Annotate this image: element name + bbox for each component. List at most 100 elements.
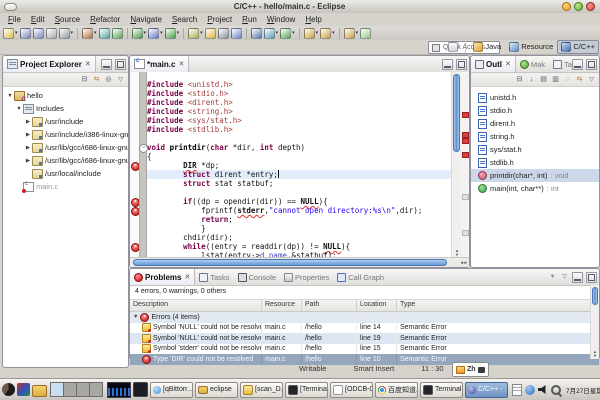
taskbar-window-chrome[interactable]: 百度知道... [375,382,418,398]
tree-item-includes[interactable]: ▼Includes [3,102,128,115]
taskbar-window-terminal[interactable]: [Terminal] [285,382,328,398]
menu-edit[interactable]: Edit [26,15,50,24]
dropdown-arrow-icon[interactable]: ▾ [332,30,335,36]
workspace-2[interactable] [63,382,77,397]
close-icon[interactable]: ✕ [184,273,190,281]
minimize-button[interactable] [562,2,571,11]
tree-item--usr-lib-gcc-i686-linux-gnu-4-7-[interactable]: ▶/usr/lib/gcc/i686-linux-gnu/4.7/ [3,154,128,167]
back-icon[interactable]: ▾ [319,28,336,39]
outline-list[interactable]: unistd.hstdio.hdirent.hstring.hsys/stat.… [471,87,599,195]
dropdown-arrow-icon[interactable]: ▾ [15,30,18,36]
tab-problems[interactable]: Problems✕ [130,269,195,285]
new-icon[interactable]: ▾ [2,28,19,39]
menu-project[interactable]: Project [202,15,237,24]
forward-icon[interactable]: ▾ [343,28,360,39]
close-button[interactable] [586,2,595,11]
minimize-view-icon[interactable] [442,59,453,70]
collapse-all-icon[interactable] [515,75,524,84]
next-annotation-icon[interactable]: ▾ [263,28,280,39]
view-menu-icon[interactable] [116,75,125,84]
tree-item--usr-lib-gcc-i686-linux-gnu-4-7-[interactable]: ▶/usr/lib/gcc/i686-linux-gnu/4.7/ [3,141,128,154]
outline-item[interactable]: string.h [471,130,599,143]
perspective-cc[interactable]: C/C++ [557,40,599,54]
hide-non-public-icon[interactable] [563,75,572,84]
dropdown-arrow-icon[interactable]: ▾ [177,30,180,36]
tab-call-graph[interactable]: Call Graph [333,269,388,285]
overview-ruler[interactable] [461,72,469,258]
project-tree[interactable]: ▼hello▼Includes▶/usr/include▶/usr/includ… [3,87,128,193]
menu-file[interactable]: File [3,15,26,24]
menu-run[interactable]: Run [237,15,262,24]
sort-icon[interactable] [527,75,536,84]
dropdown-arrow-icon[interactable]: ▾ [316,30,319,36]
error-mark[interactable] [462,152,469,158]
tree-item--usr-local-include[interactable]: /usr/local/include [3,167,128,180]
view-menu-icon[interactable] [560,272,569,281]
open-element-icon[interactable] [230,28,243,39]
save-all-icon[interactable] [32,28,45,39]
previous-annotation-icon[interactable]: ▾ [279,28,296,39]
tree-item-main-c[interactable]: main.c [3,180,128,193]
open-console-icon[interactable] [217,28,230,39]
problem-row[interactable]: Symbol 'NULL' could not be resolvedmain.… [130,323,599,334]
taskbar-window-qbittorrent[interactable]: [qBittorr... [150,382,193,398]
column-header-location[interactable]: Location [357,300,397,311]
dropdown-arrow-icon[interactable]: ▾ [276,30,279,36]
menu-window[interactable]: Window [262,15,300,24]
dropdown-arrow-icon[interactable]: ▾ [144,30,147,36]
outline-item[interactable]: dirent.h [471,117,599,130]
new-terminal-icon[interactable] [98,28,111,39]
tab-main-c[interactable]: *main.c ✕ [130,56,189,72]
close-icon[interactable]: ✕ [505,60,511,68]
menu-refactor[interactable]: Refactor [85,15,125,24]
build-all-icon[interactable]: ▾ [58,28,75,39]
print-icon[interactable] [45,28,58,39]
maximize-view-icon[interactable] [115,59,126,70]
menu-navigate[interactable]: Navigate [125,15,167,24]
taskbar-window-scan[interactable]: [scan_D... [240,382,283,398]
volume-tray-icon[interactable] [538,385,548,395]
input-method-indicator[interactable]: Zh [452,362,489,377]
mark-occurrences-icon[interactable] [204,28,217,39]
dropdown-arrow-icon[interactable]: ▾ [160,30,163,36]
scrollbar-arrows[interactable]: ▲▼ [591,350,599,358]
run-icon[interactable]: ▾ [131,28,148,39]
expand-arrow-icon[interactable]: ▶ [24,119,32,125]
hide-static-icon[interactable] [551,75,560,84]
taskbar-window-folder[interactable]: eclipse [195,382,238,398]
file-manager-icon[interactable] [32,385,47,397]
mark[interactable] [462,194,469,200]
dropdown-arrow-icon[interactable]: ▾ [292,30,295,36]
minimize-view-icon[interactable] [572,59,583,70]
expand-arrow-icon[interactable]: ▼ [6,93,14,99]
search-icon[interactable] [250,28,263,39]
scrollbar-arrows[interactable]: ▲▼ [453,249,461,257]
scrollbar-thumb[interactable] [592,287,598,305]
close-icon[interactable]: ✕ [178,60,184,68]
open-perspective-button[interactable] [444,40,462,54]
code-area[interactable]: #include <unistd.h>#include <stdio.h>#in… [147,72,452,258]
tab-console[interactable]: Console [234,269,281,285]
workspace-3[interactable] [76,382,90,397]
last-edit-location-icon[interactable]: ▾ [303,28,320,39]
taskbar-window-document[interactable]: [ODCB-0... [330,382,373,398]
outline-item[interactable]: main(int, char**) : int [471,182,599,195]
dropdown-arrow-icon[interactable]: ▾ [356,30,359,36]
workspace-1[interactable] [50,382,64,397]
tab-mak[interactable]: Mak [516,56,549,72]
error-mark[interactable] [462,112,469,118]
annotation-ruler[interactable]: ×××× [130,72,139,258]
system-monitor-graph[interactable] [107,382,131,398]
outline-item[interactable]: sys/stat.h [471,143,599,156]
menu-search[interactable]: Search [167,15,202,24]
dropdown-arrow-icon[interactable]: ▾ [71,30,74,36]
scrollbar-thumb[interactable] [133,259,447,266]
error-mark[interactable] [462,138,469,144]
expand-arrow-icon[interactable]: ▼ [15,106,23,112]
external-tools-icon[interactable]: ▾ [164,28,181,39]
column-header-type[interactable]: Type [397,300,599,311]
expand-arrow-icon[interactable]: ▶ [24,132,32,138]
problem-row[interactable]: Symbol 'NULL' could not be resolvedmain.… [130,333,599,344]
column-header-description[interactable]: Description [130,300,262,311]
dropdown-arrow-icon[interactable]: ▾ [200,30,203,36]
